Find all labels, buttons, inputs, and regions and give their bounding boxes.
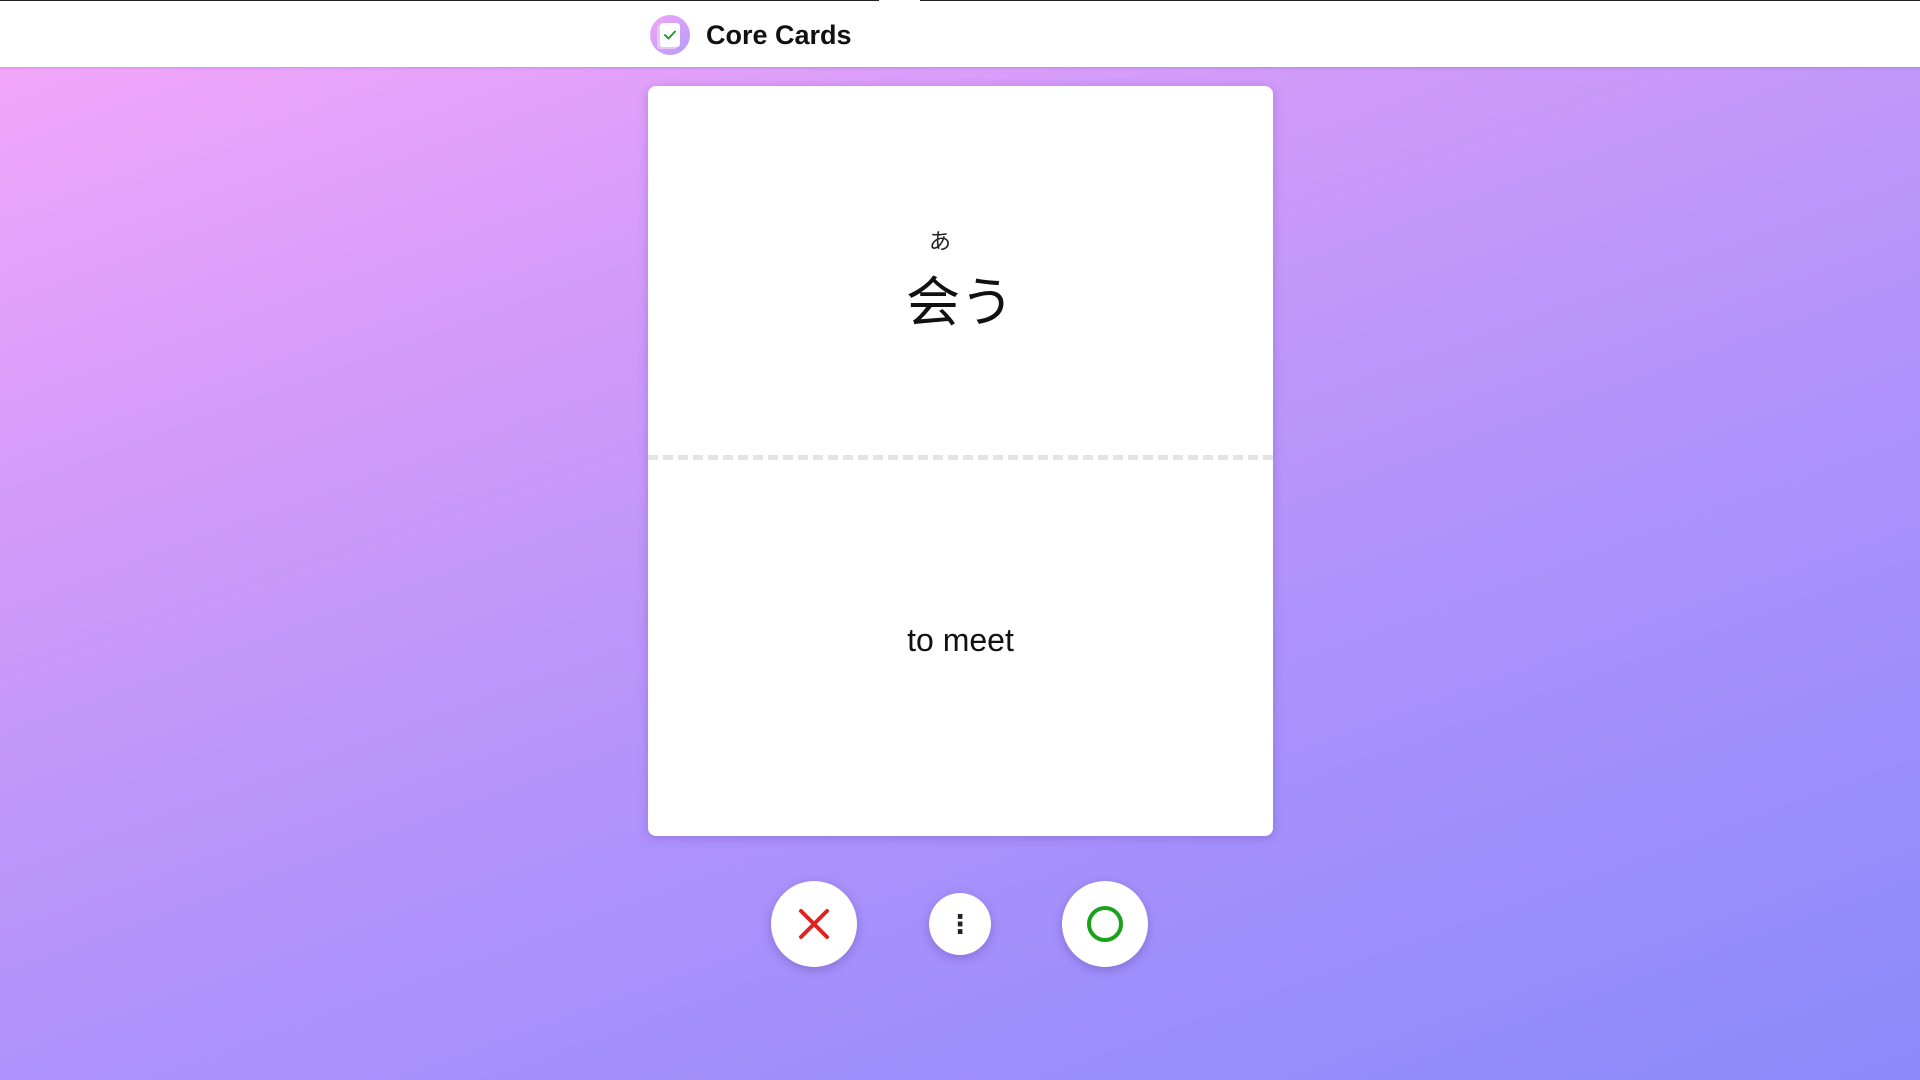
vertical-ellipsis-icon: ⋮ bbox=[947, 909, 973, 939]
circle-icon bbox=[1087, 906, 1123, 942]
flashcard-check-icon bbox=[650, 15, 690, 55]
furigana-reading: あ bbox=[928, 230, 951, 255]
app-title: Core Cards bbox=[706, 19, 852, 50]
card-divider bbox=[648, 455, 1273, 460]
mark-correct-button[interactable] bbox=[1062, 881, 1148, 967]
more-options-button[interactable]: ⋮ bbox=[929, 893, 991, 955]
x-icon bbox=[799, 909, 829, 939]
top-bar: Core Cards bbox=[0, 0, 1920, 67]
logo-card bbox=[660, 23, 680, 47]
check-icon bbox=[664, 30, 676, 40]
mark-wrong-button[interactable] bbox=[771, 881, 857, 967]
brand[interactable]: Core Cards bbox=[650, 15, 852, 55]
card-word: 会う bbox=[906, 271, 1014, 334]
card-meaning: to meet bbox=[907, 622, 1014, 658]
flashcard[interactable] bbox=[648, 86, 1273, 836]
top-bar-notch bbox=[879, 0, 920, 3]
